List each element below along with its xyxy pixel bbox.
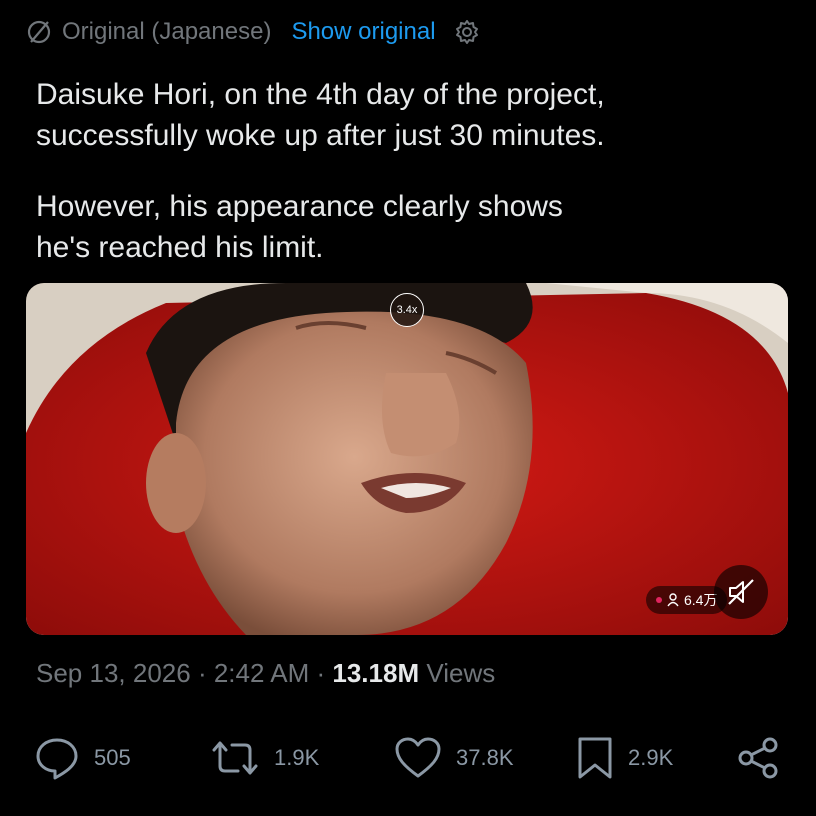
- reply-count: 505: [94, 745, 131, 770]
- reply-button[interactable]: 505: [34, 728, 131, 788]
- repost-icon: [212, 741, 258, 775]
- playback-speed-badge[interactable]: 3.4x: [390, 293, 424, 327]
- show-original-link[interactable]: Show original: [291, 18, 435, 46]
- tweet-text: Daisuke Hori, on the 4th day of the proj…: [36, 74, 776, 298]
- repost-button[interactable]: 1.9K: [210, 728, 319, 788]
- repost-count: 1.9K: [274, 745, 320, 770]
- translate-icon: [27, 20, 51, 44]
- video-player[interactable]: 3.4x 6.4万: [26, 283, 788, 635]
- tweet-date: Sep 13, 2026: [36, 658, 191, 688]
- tweet-paragraph: Daisuke Hori, on the 4th day of the proj…: [36, 78, 605, 152]
- action-bar: 505 1.9K 37.8K 2.9K: [0, 728, 816, 788]
- tweet-paragraph: However, his appearance clearly shows he…: [36, 190, 563, 264]
- gear-icon[interactable]: [454, 19, 480, 45]
- bookmark-button[interactable]: 2.9K: [576, 728, 673, 788]
- translation-bar: Original (Japanese) Show original: [26, 18, 480, 46]
- meta-separator: ·: [316, 658, 326, 688]
- share-icon: [738, 737, 778, 779]
- video-frame: [26, 283, 788, 635]
- share-button[interactable]: [736, 728, 794, 788]
- views-label: Views: [426, 658, 496, 688]
- like-button[interactable]: 37.8K: [394, 728, 514, 788]
- translation-label: Original (Japanese): [62, 18, 272, 45]
- live-dot: [656, 597, 662, 603]
- views-count: 13.18M: [332, 658, 420, 688]
- tweet-time: 2:42 AM: [213, 658, 310, 688]
- mute-button[interactable]: [714, 565, 768, 619]
- speaker-muted-icon: [728, 579, 754, 605]
- person-icon: [667, 593, 679, 607]
- viewer-count: 6.4万: [684, 592, 718, 608]
- meta-separator: ·: [197, 658, 207, 688]
- reply-icon: [36, 738, 78, 780]
- heart-icon: [395, 737, 441, 778]
- bookmark-count: 2.9K: [628, 745, 674, 770]
- tweet-metadata: Sep 13, 2026 · 2:42 AM · 13.18M Views: [36, 658, 495, 689]
- like-count: 37.8K: [456, 745, 514, 770]
- bookmark-icon: [578, 737, 612, 779]
